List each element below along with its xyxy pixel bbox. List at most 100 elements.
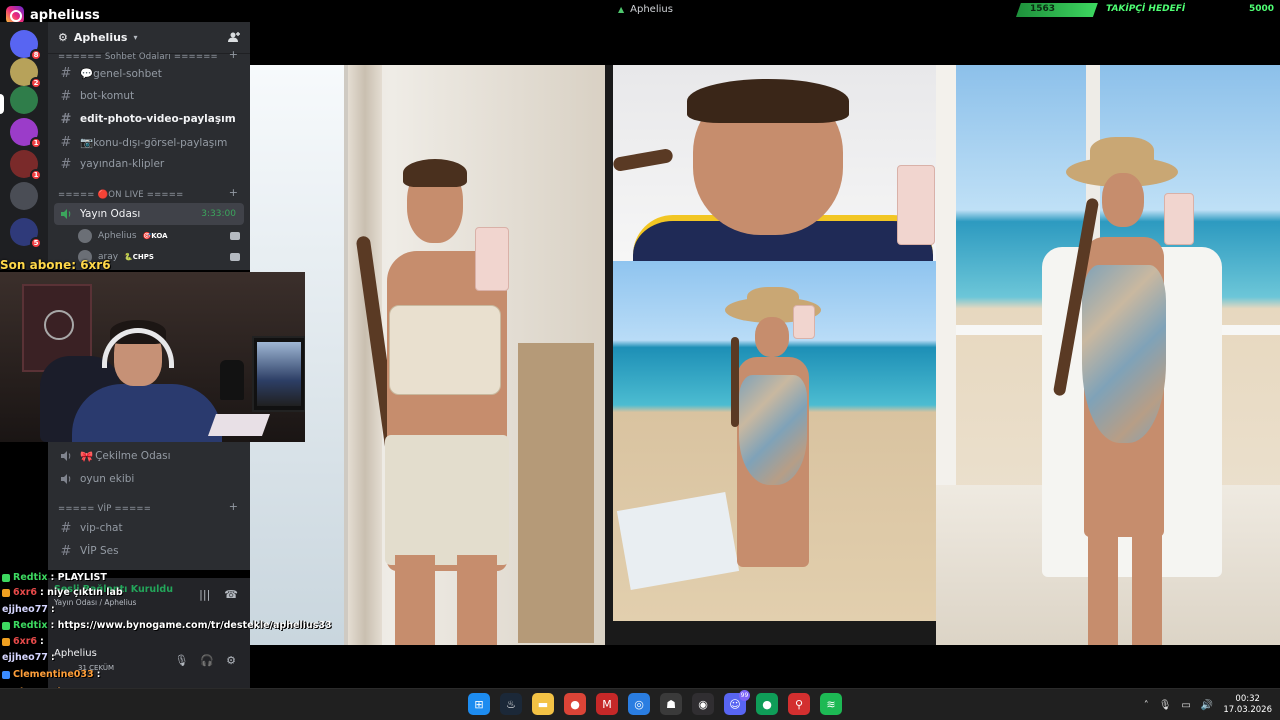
webcam-overlay <box>0 272 305 442</box>
microphone-tray-icon[interactable]: 🎙 <box>1159 700 1172 711</box>
channel-yayindan-klipler[interactable]: # yayından-klipler <box>54 153 244 175</box>
voice-channel-yayin-odasi[interactable]: Yayın Odası 3:33:00 <box>54 203 244 225</box>
chat-text: : PLAYLIST <box>50 572 107 583</box>
chat-badge-icon <box>2 588 10 597</box>
chat-badge-icon <box>2 621 10 630</box>
server-avatar-2[interactable] <box>10 86 38 114</box>
photo-panel-top-middle <box>613 65 937 261</box>
discord-icon[interactable]: ☺ 99 <box>724 690 750 715</box>
chat-username[interactable]: ejjheo77 <box>2 604 48 615</box>
channel-edit-photo-video[interactable]: # edit-photo-video-paylaşım <box>54 108 244 130</box>
taskbar-glyph: ⚲ <box>794 697 804 711</box>
chat-username[interactable]: ejjheo77 <box>2 652 48 663</box>
speaker-icon <box>61 451 71 461</box>
channel-genel-sohbet[interactable]: # 💬genel-sohbet <box>54 62 244 84</box>
invite-member-icon[interactable] <box>228 31 240 43</box>
person-figure-3 <box>1036 137 1236 645</box>
window-title-text: Aphelius <box>630 4 673 15</box>
maps-pin-icon[interactable]: ⚲ <box>788 693 810 715</box>
unread-badge: 2 <box>30 77 42 89</box>
taskbar-glyph: ● <box>762 697 772 711</box>
channel-konu-disi[interactable]: # 📷konu-dışı-görsel-paylaşım <box>54 131 244 153</box>
follower-goal-current: 1563 <box>1030 4 1056 14</box>
taskbar-apps: ⊞ ♨ ▬ ● M ◎ ☗ ◉ ☺ 99 ● ⚲ ≋ <box>468 690 842 715</box>
clock[interactable]: 00:32 17.03.2026 <box>1223 694 1272 716</box>
chevron-up-icon[interactable]: ˄ <box>1144 700 1149 711</box>
taskbar-glyph: ⊞ <box>474 697 484 711</box>
network-icon[interactable]: ▭ <box>1181 700 1190 711</box>
hash-icon: # <box>60 543 72 559</box>
add-channel-icon[interactable]: + <box>229 186 238 199</box>
chat-message: ejjheo77: <box>2 652 55 663</box>
chat-username[interactable]: Redtix <box>13 620 47 631</box>
channel-bot-komut[interactable]: # bot-komut <box>54 85 244 107</box>
category-vip[interactable]: ===== VİP ===== <box>58 504 151 514</box>
chrome-icon[interactable]: ● <box>564 693 586 715</box>
app-shield-icon[interactable]: ☗ <box>660 693 682 715</box>
server-avatar-5[interactable] <box>10 182 38 210</box>
add-channel-icon[interactable]: + <box>229 48 238 61</box>
taskbar-glyph: ◎ <box>634 697 644 711</box>
server-avatar-1[interactable]: 2 <box>10 58 42 89</box>
windows-start-icon[interactable]: ⊞ <box>468 693 490 715</box>
chat-username[interactable]: 6xr6 <box>13 636 37 647</box>
person-figure-1 <box>345 155 535 645</box>
follower-goal-target: 5000 <box>1248 4 1274 14</box>
taskbar-glyph: ☗ <box>666 697 676 711</box>
person-figure-2 <box>703 287 843 621</box>
chat-badge-icon <box>2 670 10 679</box>
voice-channel-label: oyun ekibi <box>80 473 135 485</box>
chat-text: : <box>40 636 44 647</box>
server-avatar-chips[interactable]: 1 <box>10 118 42 149</box>
voice-user-badge: 🎯KOA <box>142 232 168 240</box>
voice-channel-vip-ses[interactable]: # VİP Ses <box>54 540 244 562</box>
guild-header[interactable]: ⚙ Aphelius ▾ <box>48 22 250 54</box>
steam-icon[interactable]: ♨ <box>500 693 522 715</box>
avatar <box>78 229 92 243</box>
voice-channel-label: Çekilme Odası <box>95 450 171 462</box>
streamer-body <box>72 384 222 442</box>
chat-username[interactable]: Clementine033 <box>13 669 94 680</box>
voice-channel-oyun-ekibi[interactable]: oyun ekibi <box>54 468 244 490</box>
hash-icon: # <box>60 520 72 536</box>
chat-username[interactable]: Redtix <box>13 572 47 583</box>
camera-icon <box>230 253 240 261</box>
channel-label: edit-photo-video-paylaşım <box>80 113 236 125</box>
channel-label: bot-komut <box>80 90 135 102</box>
chat-username[interactable]: 6xr6 <box>13 587 37 598</box>
speaker-icon <box>61 474 71 484</box>
spotify-icon[interactable]: ≋ <box>820 693 842 715</box>
volume-icon[interactable]: 🔊 <box>1201 700 1213 711</box>
chrome-2-icon[interactable]: ● <box>756 693 778 715</box>
category-on-live[interactable]: ===== 🔴ON LIVE ===== <box>58 190 183 200</box>
add-channel-icon[interactable]: + <box>229 500 238 513</box>
chat-text: : <box>96 669 101 680</box>
app-blue-icon[interactable]: ◎ <box>628 693 650 715</box>
voice-user-aphelius[interactable]: Aphelius 🎯KOA <box>78 227 246 245</box>
hash-icon: # <box>60 88 72 104</box>
voice-channel-cekilme[interactable]: 🎀 Çekilme Odası <box>54 445 244 467</box>
chat-message: ejjheo77: <box>2 604 55 615</box>
obs-icon[interactable]: ◉ <box>692 693 714 715</box>
unread-badge: 1 <box>30 137 42 149</box>
mbt-icon[interactable]: M <box>596 693 618 715</box>
photo-panel-beach <box>613 261 937 621</box>
unread-badge: 8 <box>30 49 42 61</box>
taskbar-glyph: ● <box>570 697 580 711</box>
hash-icon: # <box>60 134 72 150</box>
hash-icon: # <box>60 65 72 81</box>
taskbar-glyph: ♨ <box>506 697 516 711</box>
category-sohbet[interactable]: ====== Sohbet Odaları ====== <box>58 52 218 62</box>
taskbar-glyph: M <box>602 697 612 711</box>
keyboard <box>207 414 271 436</box>
server-avatar-6[interactable]: 5 <box>10 218 42 249</box>
channel-vip-chat[interactable]: # vip-chat <box>54 517 244 539</box>
unread-badge: 1 <box>30 169 42 181</box>
system-tray: ˄ 🎙 ▭ 🔊 00:32 17.03.2026 <box>1144 694 1272 716</box>
server-avatar-4[interactable]: 1 <box>10 150 42 181</box>
chat-text: : https://www.bynogame.com/tr/destekle/a… <box>50 620 332 631</box>
discord-home-icon[interactable]: 8 <box>10 30 42 61</box>
figurine <box>220 360 244 400</box>
file-explorer-icon[interactable]: ▬ <box>532 693 554 715</box>
notification-badge: 99 <box>739 690 750 701</box>
